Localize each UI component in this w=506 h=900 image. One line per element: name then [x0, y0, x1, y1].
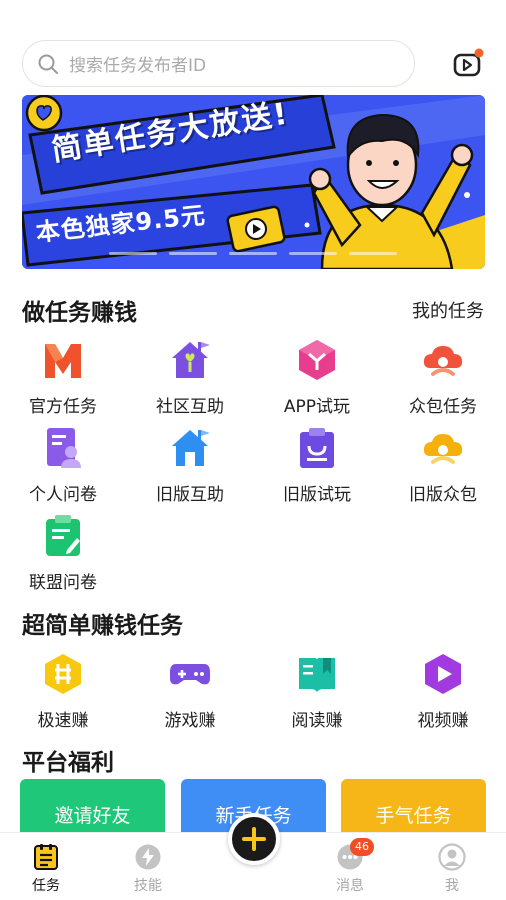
grid-item-label: 旧版众包	[409, 485, 477, 505]
grid-item-label: 众包任务	[409, 397, 477, 417]
banner-pagination	[0, 252, 506, 255]
tab-task[interactable]: 任务	[11, 843, 81, 895]
grid-item-old-community-help[interactable]: 旧版互助	[127, 426, 253, 505]
tab-skill[interactable]: 技能	[113, 843, 183, 895]
banner-dot[interactable]	[169, 252, 217, 255]
welfare-card-label: 手气任务	[375, 804, 452, 827]
profile-icon	[438, 843, 466, 871]
tab-me[interactable]: 我	[417, 843, 487, 895]
book-icon	[299, 658, 335, 692]
video-play-icon	[425, 654, 461, 694]
search-input[interactable]: 搜索任务发布者ID	[22, 40, 415, 87]
grid-item-label: 社区互助	[156, 397, 224, 417]
crowdsource-cloud-icon	[423, 346, 463, 376]
grid-item-reading-earn[interactable]: 阅读赚	[254, 652, 380, 731]
grid-item-label: 极速赚	[37, 711, 89, 731]
tab-label: 技能	[134, 878, 162, 894]
personal-survey-icon	[47, 428, 81, 468]
grid-item-label: 游戏赚	[164, 711, 216, 731]
grid-item-official-task[interactable]: 官方任务	[0, 338, 126, 417]
grid-item-community-help[interactable]: 社区互助	[127, 338, 253, 417]
grid-item-label: 个人问卷	[29, 485, 97, 505]
lightning-icon	[135, 844, 161, 870]
grid-item-game-earn[interactable]: 游戏赚	[127, 652, 253, 731]
grid-item-label: 联盟问卷	[29, 573, 97, 593]
gamepad-icon	[170, 664, 210, 685]
speed-earn-hexagon-icon	[45, 654, 81, 694]
grid-item-label: 旧版互助	[156, 485, 224, 505]
grid-item-label: 视频赚	[417, 711, 469, 731]
grid-item-alliance-survey[interactable]: 联盟问卷	[0, 514, 126, 593]
grid-item-old-trial[interactable]: 旧版试玩	[254, 426, 380, 505]
grid-item-label: 旧版试玩	[283, 485, 351, 505]
alliance-survey-clipboard-icon	[46, 515, 80, 556]
grid-item-speed-earn[interactable]: 极速赚	[0, 652, 126, 731]
my-tasks-link[interactable]: 我的任务	[412, 297, 484, 323]
simple-section-title: 超简单赚钱任务	[22, 613, 183, 639]
community-house-icon	[172, 342, 210, 378]
banner-dot[interactable]	[229, 252, 277, 255]
official-m-icon	[45, 344, 81, 378]
old-crowdsource-cloud-icon	[423, 434, 463, 464]
plus-icon	[242, 827, 266, 851]
search-row: 搜索任务发布者ID	[22, 40, 484, 88]
grid-item-personal-survey[interactable]: 个人问卷	[0, 426, 126, 505]
search-icon	[38, 54, 58, 74]
old-trial-bag-icon	[300, 428, 334, 468]
tab-label: 任务	[32, 878, 60, 894]
app-trial-hexagon-icon	[299, 340, 335, 380]
tab-label: 消息	[336, 878, 364, 894]
video-icon[interactable]	[452, 48, 484, 80]
tab-label: 我	[445, 878, 459, 894]
grid-item-video-earn[interactable]: 视频赚	[380, 652, 506, 731]
grid-item-app-trial[interactable]: APP试玩	[254, 338, 380, 417]
grid-item-label: APP试玩	[283, 397, 351, 417]
welfare-section-title: 平台福利	[22, 750, 114, 776]
banner-dot[interactable]	[289, 252, 337, 255]
banner-dot[interactable]	[109, 252, 157, 255]
grid-item-crowdsource[interactable]: 众包任务	[380, 338, 506, 417]
task-list-icon	[34, 844, 58, 870]
grid-item-old-crowdsource[interactable]: 旧版众包	[380, 426, 506, 505]
welfare-card-label: 邀请好友	[54, 804, 131, 827]
grid-item-label: 阅读赚	[291, 711, 343, 731]
publish-plus-button[interactable]	[228, 813, 280, 865]
banner-dot[interactable]	[349, 252, 397, 255]
task-section-title: 做任务赚钱	[22, 300, 137, 326]
old-community-house-icon	[172, 430, 210, 466]
grid-item-label: 官方任务	[29, 397, 97, 417]
search-placeholder: 搜索任务发布者ID	[69, 56, 207, 76]
message-badge: 46	[350, 838, 374, 856]
